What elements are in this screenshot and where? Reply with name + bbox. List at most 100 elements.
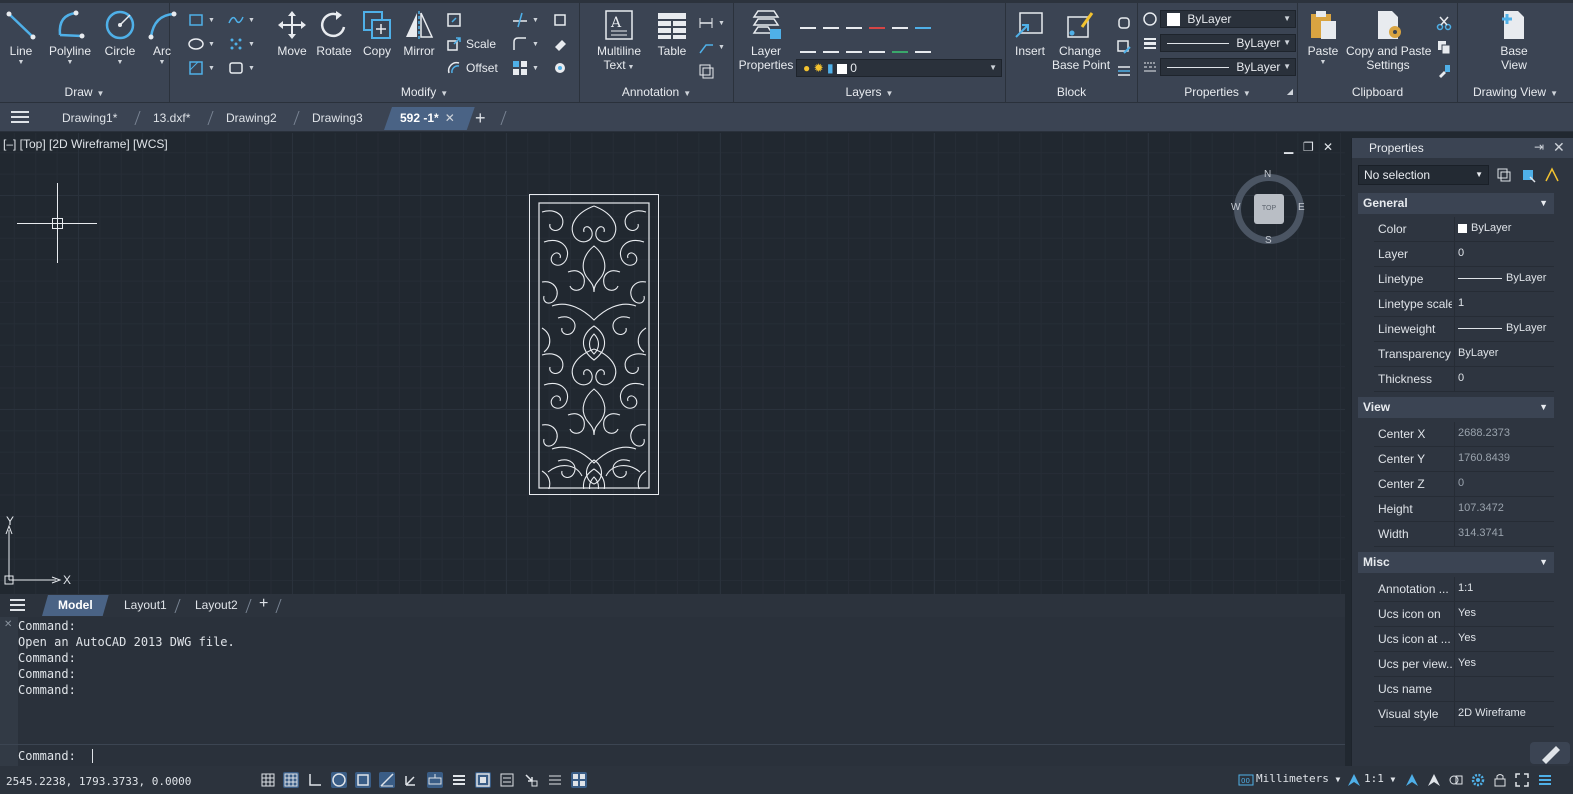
compass-west[interactable]: W <box>1231 202 1240 213</box>
properties-panel-title[interactable]: Properties ▼ ◢ <box>1138 84 1297 100</box>
layer-properties-button[interactable]: Layer Properties <box>738 9 794 72</box>
linetype-icon-btn[interactable] <box>1142 57 1158 77</box>
property-row-layer[interactable]: Layer 0 <box>1374 242 1554 267</box>
general-section-header[interactable]: General ▼ <box>1358 193 1554 214</box>
property-row-linetype[interactable]: Linetype ByLayer <box>1374 267 1554 292</box>
view-section-header[interactable]: View ▼ <box>1358 397 1554 418</box>
clipboard-panel-title[interactable]: Clipboard <box>1298 84 1457 100</box>
layer-freeze-icon[interactable] <box>846 13 862 29</box>
eraser-tool[interactable] <box>552 34 568 54</box>
match-properties-tool[interactable] <box>1142 9 1158 29</box>
annotation-scale-dropdown[interactable]: 1:1 ▼ <box>1364 772 1395 785</box>
units-icon[interactable]: 00 <box>1238 772 1254 788</box>
isolate-objects-icon[interactable] <box>1448 772 1464 788</box>
close-icon[interactable]: ✕ <box>445 111 455 125</box>
rectangle-tool[interactable]: ▼ <box>188 10 215 30</box>
minimize-viewport-icon[interactable]: ▁ <box>1284 140 1293 154</box>
tab-layout1[interactable]: Layout1 <box>124 595 167 616</box>
drawing-viewport[interactable]: [–] [Top] [2D Wireframe] [WCS] ▁ ❐ ✕ TOP… <box>0 133 1345 594</box>
cursor-coordinates[interactable]: 2545.2238, 1793.3733, 0.0000 <box>6 775 191 788</box>
tab-model[interactable]: Model <box>42 595 109 616</box>
linetype-dropdown[interactable]: ByLayer ▼ <box>1160 34 1296 52</box>
new-layout-plus-icon[interactable]: + <box>259 594 268 614</box>
chevron-down-icon[interactable]: ▼ <box>100 59 140 66</box>
annotation-scale-icon[interactable] <box>1346 772 1362 788</box>
compass-east[interactable]: E <box>1298 202 1305 213</box>
current-layer-dropdown[interactable]: ● ✹ ▮ 0 ▼ <box>796 59 1002 77</box>
move-button[interactable]: Move <box>272 9 312 58</box>
lineweight-icon-btn[interactable] <box>1142 33 1158 53</box>
property-row-linetype-scale[interactable]: Linetype scale 1 <box>1374 292 1554 317</box>
color-dropdown[interactable]: ByLayer ▼ <box>1160 10 1296 28</box>
layer-isolate-icon[interactable] <box>800 13 816 29</box>
draw-panel-title[interactable]: Draw ▼ <box>0 84 169 100</box>
select-objects-icon[interactable] <box>1520 167 1536 183</box>
lock-ui-icon[interactable] <box>1492 772 1508 788</box>
tab-drawing1[interactable]: Drawing1* <box>52 107 127 130</box>
ortho-icon[interactable] <box>307 772 323 788</box>
quick-select-icon[interactable] <box>1544 167 1560 183</box>
property-row-width[interactable]: Width 314.3741 <box>1374 522 1554 547</box>
tab-layout2[interactable]: Layout2 <box>195 595 238 616</box>
close-viewport-icon[interactable]: ✕ <box>1323 140 1333 154</box>
property-row-height[interactable]: Height 107.3472 <box>1374 497 1554 522</box>
settings-gear-icon[interactable] <box>1470 772 1486 788</box>
layer-previous-icon[interactable] <box>800 37 816 53</box>
erase-tool[interactable] <box>552 10 568 30</box>
annotation-monitor-icon[interactable] <box>547 772 563 788</box>
tab-13-dxf[interactable]: 13.dxf* <box>143 107 200 130</box>
property-row-annotation-scale[interactable]: Annotation ... 1:1 <box>1374 577 1554 602</box>
insert-button[interactable]: Insert <box>1010 9 1050 58</box>
auto-hide-icon[interactable]: ⇥ <box>1534 140 1544 154</box>
compass-south[interactable]: S <box>1265 235 1272 246</box>
ellipse-tool[interactable]: ▼ <box>188 34 215 54</box>
quick-properties-icon[interactable] <box>499 772 515 788</box>
property-row-ucs-name[interactable]: Ucs name <box>1374 677 1554 702</box>
restore-viewport-icon[interactable]: ❐ <box>1303 140 1314 154</box>
layers-panel-title[interactable]: Layers ▼ <box>734 84 1005 100</box>
property-row-transparency[interactable]: Transparency ByLayer <box>1374 342 1554 367</box>
property-row-lineweight[interactable]: Lineweight ByLayer <box>1374 317 1554 342</box>
line-button[interactable]: Line ▼ <box>4 9 38 66</box>
table-button[interactable]: Table <box>654 9 690 58</box>
fullscreen-icon[interactable] <box>1514 772 1530 788</box>
auto-scale-icon[interactable] <box>1426 772 1442 788</box>
layer-change-icon[interactable] <box>915 13 931 29</box>
mirror-button[interactable]: Mirror <box>398 9 440 58</box>
chevron-down-icon[interactable]: ▼ <box>143 59 181 66</box>
units-dropdown[interactable]: Millimeters ▼ <box>1256 772 1340 785</box>
transparency-icon[interactable] <box>475 772 491 788</box>
chevron-down-icon[interactable]: ▼ <box>1304 59 1342 66</box>
dynamic-input-icon[interactable] <box>427 772 443 788</box>
layout-menu-icon[interactable] <box>10 599 25 611</box>
layer-walk-icon[interactable] <box>892 37 908 53</box>
stretch-tool[interactable] <box>446 10 462 30</box>
offset-tool[interactable]: Offset <box>446 58 498 78</box>
property-row-thickness[interactable]: Thickness 0 <box>1374 367 1554 392</box>
command-line-input[interactable]: Command: <box>0 744 1345 767</box>
lineweight-dropdown[interactable]: ByLayer ▼ <box>1160 58 1296 76</box>
change-base-point-button[interactable]: Change Base Point <box>1052 9 1110 72</box>
block-edit-tool[interactable] <box>1116 37 1132 57</box>
spline-tool[interactable]: ▼ <box>228 10 255 30</box>
hatch-tool[interactable]: ▼ <box>188 58 215 78</box>
layer-lock-icon[interactable] <box>869 13 885 29</box>
arc-button[interactable]: Arc ▼ <box>143 9 181 66</box>
misc-section-header[interactable]: Misc ▼ <box>1358 552 1554 573</box>
polyline-button[interactable]: Polyline ▼ <box>46 9 94 66</box>
trim-tool[interactable]: ▼ <box>512 10 539 30</box>
selection-cycling-icon[interactable] <box>523 772 539 788</box>
annotation-panel-title[interactable]: Annotation ▼ <box>580 84 733 100</box>
annotation-visibility-icon[interactable] <box>1404 772 1420 788</box>
layer-thaw-icon[interactable] <box>846 37 862 53</box>
close-icon[interactable]: ✕ <box>1553 139 1565 156</box>
fillet-tool[interactable]: ▼ <box>512 34 539 54</box>
markup-tool[interactable] <box>698 61 714 81</box>
object-snap-tracking-icon[interactable] <box>379 772 395 788</box>
array-tool[interactable]: ▼ <box>512 58 539 78</box>
compass-north[interactable]: N <box>1264 169 1271 180</box>
tab-drawing2[interactable]: Drawing2 <box>216 107 287 130</box>
properties-palette-header[interactable]: Properties ⇥ ✕ <box>1352 138 1573 158</box>
new-tab-plus-icon[interactable]: + <box>475 108 486 128</box>
viewcube-top[interactable]: TOP <box>1254 194 1284 224</box>
